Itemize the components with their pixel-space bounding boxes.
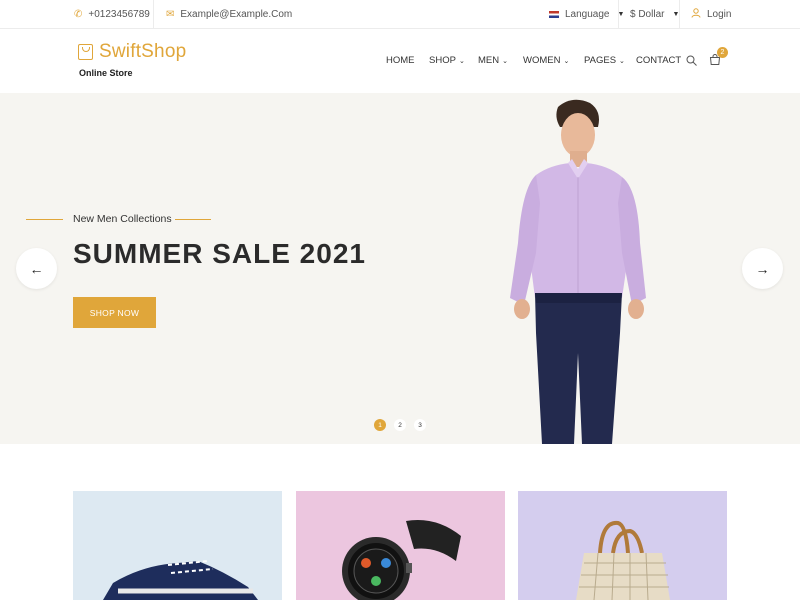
email-contact[interactable]: ✉ Example@Example.Com bbox=[166, 0, 292, 29]
slide-dot[interactable]: 3 bbox=[414, 419, 426, 431]
hero-slider: New Men Collections SUMMER SALE 2021 SHO… bbox=[0, 93, 800, 444]
phone-icon: ✆ bbox=[74, 8, 83, 20]
nav-label: PAGES bbox=[584, 55, 617, 66]
decorative-line bbox=[26, 219, 63, 220]
main-nav: HOME SHOP ⌄ MEN ⌄ WOMEN ⌄ PAGES ⌄ CONTACT bbox=[386, 55, 681, 66]
mail-icon: ✉ bbox=[166, 8, 175, 20]
login-label: Login bbox=[707, 9, 732, 20]
arrow-right-icon: → bbox=[755, 260, 770, 277]
uk-flag-icon bbox=[549, 11, 559, 18]
product-card-smartwatch[interactable] bbox=[296, 491, 505, 600]
phone-contact[interactable]: ✆ +0123456789 bbox=[74, 0, 150, 29]
nav-label: WOMEN bbox=[523, 55, 561, 66]
hero-subtitle: New Men Collections bbox=[73, 213, 172, 225]
search-icon[interactable] bbox=[686, 55, 697, 66]
brand-tagline: Online Store bbox=[79, 68, 133, 78]
nav-contact[interactable]: CONTACT bbox=[636, 55, 681, 66]
cart-count-badge: 2 bbox=[717, 47, 728, 58]
nav-home[interactable]: HOME bbox=[386, 55, 429, 66]
slide-dot[interactable]: 2 bbox=[394, 419, 406, 431]
chevron-down-icon: ⌄ bbox=[563, 57, 570, 65]
handbag-image bbox=[576, 520, 670, 600]
nav-label: HOME bbox=[386, 55, 415, 66]
prev-slide-button[interactable]: ← bbox=[16, 248, 57, 289]
nav-pages[interactable]: PAGES ⌄ bbox=[584, 55, 636, 66]
product-card-sneaker[interactable] bbox=[73, 491, 282, 600]
divider bbox=[618, 0, 619, 29]
user-icon bbox=[691, 8, 701, 21]
shopping-bag-logo-icon bbox=[78, 44, 93, 60]
hero-title: SUMMER SALE 2021 bbox=[73, 238, 366, 269]
main-header: SwiftShop Online Store HOME SHOP ⌄ MEN ⌄ W… bbox=[0, 29, 800, 93]
nav-women[interactable]: WOMEN ⌄ bbox=[523, 55, 584, 66]
brand-logo[interactable]: SwiftShop bbox=[78, 41, 186, 63]
smartwatch-image bbox=[342, 520, 461, 600]
divider bbox=[679, 0, 680, 29]
nav-label: MEN bbox=[478, 55, 500, 66]
nav-men[interactable]: MEN ⌄ bbox=[478, 55, 523, 66]
chevron-down-icon: ⌄ bbox=[619, 57, 625, 65]
chevron-down-icon: ⌄ bbox=[502, 57, 508, 65]
language-selector[interactable]: Language ▼ bbox=[549, 0, 624, 29]
slide-indicators: 1 2 3 bbox=[374, 419, 426, 431]
slide-dot[interactable]: 1 bbox=[374, 419, 386, 431]
divider bbox=[153, 0, 154, 29]
product-card-handbag[interactable] bbox=[518, 491, 727, 600]
decorative-line bbox=[175, 219, 211, 220]
sneaker-image bbox=[103, 560, 258, 600]
currency-selector[interactable]: $ Dollar ▼ bbox=[630, 0, 679, 29]
nav-shop[interactable]: SHOP ⌄ bbox=[429, 55, 478, 66]
nav-label: CONTACT bbox=[636, 55, 682, 66]
top-bar: ✆ +0123456789 ✉ Example@Example.Com Lang… bbox=[0, 0, 800, 29]
phone-number: +0123456789 bbox=[88, 9, 150, 20]
login-link[interactable]: Login bbox=[691, 0, 731, 29]
shop-now-button[interactable]: SHOP NOW bbox=[73, 297, 156, 328]
hero-model-image bbox=[510, 99, 646, 444]
nav-label: SHOP bbox=[429, 55, 456, 66]
brand-name: SwiftShop bbox=[99, 41, 187, 62]
language-label: Language bbox=[565, 9, 610, 20]
currency-label: $ Dollar bbox=[630, 9, 665, 20]
email-address: Example@Example.Com bbox=[180, 9, 293, 20]
next-slide-button[interactable]: → bbox=[742, 248, 783, 289]
chevron-down-icon: ⌄ bbox=[458, 57, 465, 65]
arrow-left-icon: ← bbox=[29, 260, 44, 277]
